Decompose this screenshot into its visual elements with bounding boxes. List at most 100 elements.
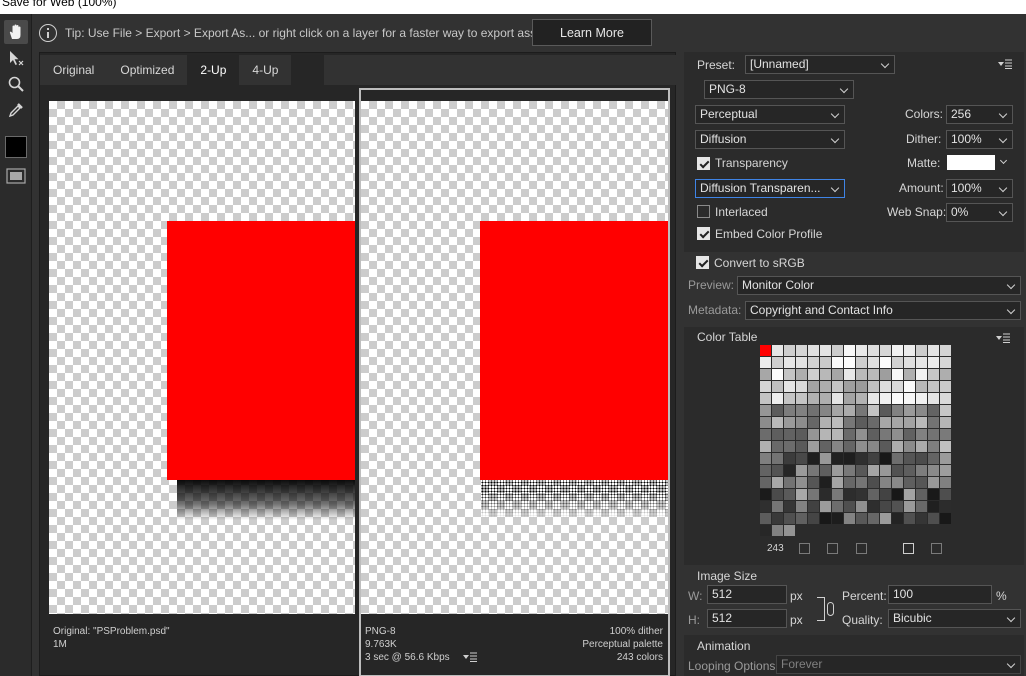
color-swatch[interactable] xyxy=(832,393,843,404)
color-swatch[interactable] xyxy=(784,381,795,392)
color-swatch[interactable] xyxy=(880,393,891,404)
color-swatch[interactable] xyxy=(808,405,819,416)
color-swatch[interactable] xyxy=(940,513,951,524)
color-swatch[interactable] xyxy=(832,429,843,440)
color-swatch[interactable] xyxy=(892,381,903,392)
color-swatch[interactable] xyxy=(904,477,915,488)
convert-to-srgb-checkbox[interactable] xyxy=(696,256,709,269)
preview-select[interactable]: Monitor Color xyxy=(737,276,1021,295)
color-swatch[interactable] xyxy=(928,489,939,500)
color-swatch[interactable] xyxy=(760,525,771,536)
new-color-icon[interactable] xyxy=(903,543,914,554)
color-swatch[interactable] xyxy=(844,441,855,452)
color-swatch[interactable] xyxy=(820,453,831,464)
color-swatch[interactable] xyxy=(808,453,819,464)
color-swatch[interactable] xyxy=(808,441,819,452)
color-swatch[interactable] xyxy=(940,453,951,464)
color-swatch[interactable] xyxy=(916,417,927,428)
color-swatch[interactable] xyxy=(916,453,927,464)
color-swatch[interactable] xyxy=(880,453,891,464)
color-swatch[interactable] xyxy=(892,441,903,452)
color-swatch[interactable] xyxy=(820,369,831,380)
color-swatch[interactable] xyxy=(784,417,795,428)
color-swatch[interactable] xyxy=(904,501,915,512)
colors-select[interactable]: 256 xyxy=(946,105,1013,124)
file-format-select[interactable]: PNG-8 xyxy=(704,80,854,99)
color-swatch[interactable] xyxy=(820,381,831,392)
tab-2-up[interactable]: 2-Up xyxy=(187,55,240,85)
color-swatch[interactable] xyxy=(868,513,879,524)
color-swatch[interactable] xyxy=(904,393,915,404)
color-swatch[interactable] xyxy=(784,405,795,416)
color-swatch[interactable] xyxy=(796,393,807,404)
color-swatch[interactable] xyxy=(880,405,891,416)
color-swatch[interactable] xyxy=(940,429,951,440)
color-swatch[interactable] xyxy=(772,369,783,380)
color-swatch[interactable] xyxy=(808,477,819,488)
zoom-tool-icon[interactable] xyxy=(4,72,28,96)
color-swatch[interactable] xyxy=(904,369,915,380)
color-reduction-select[interactable]: Perceptual xyxy=(695,105,845,124)
slice-select-tool-icon[interactable] xyxy=(4,46,28,70)
color-swatch[interactable] xyxy=(904,417,915,428)
tab-4-up[interactable]: 4-Up xyxy=(239,55,292,85)
color-swatch[interactable] xyxy=(820,489,831,500)
color-swatch[interactable] xyxy=(808,345,819,356)
color-swatch[interactable] xyxy=(916,369,927,380)
color-swatch[interactable] xyxy=(856,513,867,524)
map-to-transparent-icon[interactable] xyxy=(799,543,810,554)
color-swatch[interactable] xyxy=(796,441,807,452)
color-swatch[interactable] xyxy=(940,477,951,488)
color-swatch[interactable] xyxy=(772,513,783,524)
color-swatch[interactable] xyxy=(760,453,771,464)
color-swatch[interactable] xyxy=(892,345,903,356)
color-swatch[interactable] xyxy=(904,489,915,500)
color-swatch[interactable] xyxy=(808,501,819,512)
lock-color-icon[interactable] xyxy=(856,543,867,554)
color-swatch[interactable] xyxy=(832,453,843,464)
color-swatch[interactable] xyxy=(820,513,831,524)
color-swatch[interactable] xyxy=(832,489,843,500)
color-swatch[interactable] xyxy=(832,477,843,488)
color-swatch[interactable] xyxy=(856,465,867,476)
color-swatch[interactable] xyxy=(940,357,951,368)
color-swatch[interactable] xyxy=(892,393,903,404)
color-swatch[interactable] xyxy=(844,465,855,476)
optimize-menu-icon[interactable] xyxy=(997,58,1013,69)
color-swatch[interactable] xyxy=(880,513,891,524)
interlaced-checkbox[interactable] xyxy=(697,205,710,218)
color-swatch[interactable] xyxy=(760,465,771,476)
color-swatch[interactable] xyxy=(916,489,927,500)
color-swatch[interactable] xyxy=(892,465,903,476)
color-swatch[interactable] xyxy=(784,465,795,476)
dither-amount-select[interactable]: 100% xyxy=(946,130,1013,149)
color-swatch[interactable] xyxy=(928,441,939,452)
color-swatch[interactable] xyxy=(844,369,855,380)
color-swatch[interactable] xyxy=(832,369,843,380)
color-swatch[interactable] xyxy=(916,393,927,404)
color-swatch[interactable] xyxy=(808,357,819,368)
embed-color-profile-checkbox[interactable] xyxy=(697,227,710,240)
color-swatch[interactable] xyxy=(880,381,891,392)
color-swatch[interactable] xyxy=(892,489,903,500)
color-swatch[interactable] xyxy=(916,429,927,440)
color-swatch[interactable] xyxy=(868,393,879,404)
color-swatch[interactable] xyxy=(760,513,771,524)
optimized-preview-pane[interactable] xyxy=(361,101,668,614)
color-swatch[interactable] xyxy=(916,405,927,416)
color-swatch[interactable] xyxy=(760,405,771,416)
color-swatch[interactable] xyxy=(844,357,855,368)
color-swatch[interactable] xyxy=(880,357,891,368)
color-swatch[interactable] xyxy=(772,429,783,440)
color-swatch[interactable] xyxy=(880,417,891,428)
color-swatch[interactable] xyxy=(880,477,891,488)
color-swatch[interactable] xyxy=(772,381,783,392)
color-swatch[interactable] xyxy=(784,477,795,488)
color-swatch[interactable] xyxy=(880,345,891,356)
color-swatch[interactable] xyxy=(844,453,855,464)
color-swatch[interactable] xyxy=(772,501,783,512)
color-swatch[interactable] xyxy=(868,405,879,416)
color-swatch[interactable] xyxy=(856,489,867,500)
color-swatch[interactable] xyxy=(868,381,879,392)
color-swatch[interactable] xyxy=(820,477,831,488)
